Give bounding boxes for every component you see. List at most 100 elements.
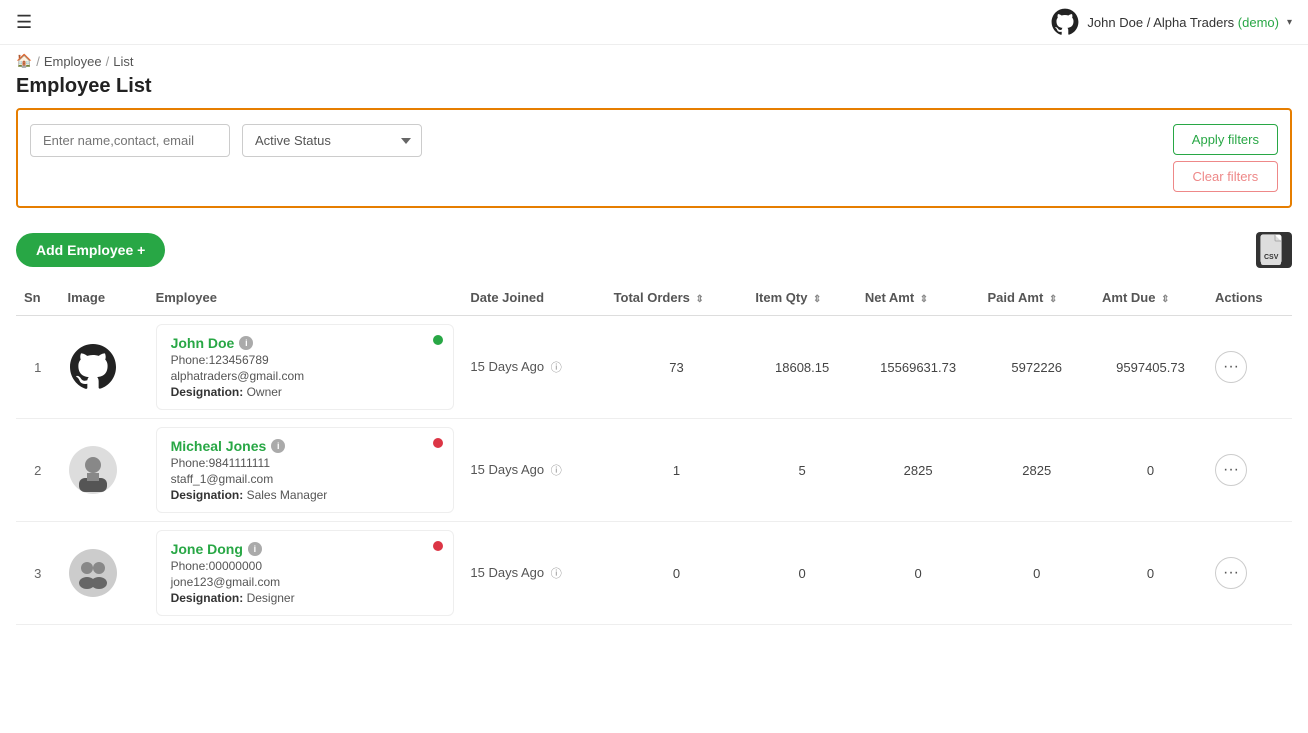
apply-filters-button[interactable]: Apply filters <box>1173 124 1278 155</box>
row-image <box>60 316 148 419</box>
col-net-amt: Net Amt ⇕ <box>857 280 980 316</box>
row-total-orders: 1 <box>606 419 748 522</box>
filter-actions: Apply filters Clear filters <box>1173 124 1278 192</box>
row-net-amt: 0 <box>857 522 980 625</box>
navbar: ☰ John Doe / Alpha Traders (demo) ▾ <box>0 0 1308 45</box>
sort-paid-amt-icon[interactable]: ⇕ <box>1049 294 1057 305</box>
row-date-joined: 15 Days Ago ⓘ <box>462 522 605 625</box>
navbar-left: ☰ <box>16 12 32 33</box>
employee-table: Sn Image Employee Date Joined Total Orde… <box>16 280 1292 625</box>
sort-amt-due-icon[interactable]: ⇕ <box>1161 294 1169 305</box>
page-title: Employee List <box>0 73 1308 108</box>
table-row: 1 John Doe i Phone:123456789 alphatrader… <box>16 316 1292 419</box>
row-date-joined: 15 Days Ago ⓘ <box>462 419 605 522</box>
employee-name: Jone Dong i <box>171 541 440 557</box>
row-actions: ··· <box>1207 419 1292 522</box>
employee-avatar <box>68 445 118 495</box>
employee-email: jone123@gmail.com <box>171 575 440 589</box>
row-amt-due: 0 <box>1094 522 1207 625</box>
row-actions: ··· <box>1207 522 1292 625</box>
employee-phone: Phone:123456789 <box>171 353 440 367</box>
svg-text:CSV: CSV <box>1264 254 1279 261</box>
employee-name: John Doe i <box>171 335 440 351</box>
employee-designation: Designation: Sales Manager <box>171 488 440 502</box>
table-row: 2 Micheal Jones i Phone:9841111111 staff… <box>16 419 1292 522</box>
search-input[interactable] <box>30 124 230 157</box>
chevron-down-icon[interactable]: ▾ <box>1287 17 1292 28</box>
employee-avatar <box>68 342 118 392</box>
clear-filters-button[interactable]: Clear filters <box>1173 161 1278 192</box>
employee-info-icon[interactable]: i <box>239 336 253 350</box>
employee-table-container: Sn Image Employee Date Joined Total Orde… <box>0 280 1308 625</box>
col-actions: Actions <box>1207 280 1292 316</box>
github-icon <box>1051 8 1079 36</box>
breadcrumb-employee[interactable]: Employee <box>44 54 102 69</box>
row-actions-button[interactable]: ··· <box>1215 557 1247 589</box>
csv-file-icon: CSV <box>1260 234 1288 266</box>
employee-card: John Doe i Phone:123456789 alphatraders@… <box>156 324 455 410</box>
row-total-orders: 0 <box>606 522 748 625</box>
row-sn: 1 <box>16 316 60 419</box>
row-amt-due: 9597405.73 <box>1094 316 1207 419</box>
user-name: John Doe <box>1087 15 1143 30</box>
col-paid-amt: Paid Amt ⇕ <box>979 280 1094 316</box>
home-icon[interactable]: 🏠 <box>16 53 32 69</box>
user-org: Alpha Traders <box>1153 15 1234 30</box>
date-info-icon[interactable]: ⓘ <box>551 465 562 477</box>
date-info-icon[interactable]: ⓘ <box>551 568 562 580</box>
row-employee-card: Jone Dong i Phone:00000000 jone123@gmail… <box>148 522 463 625</box>
filter-inputs: Active Status Active Inactive <box>30 124 1161 157</box>
row-amt-due: 0 <box>1094 419 1207 522</box>
row-actions-button[interactable]: ··· <box>1215 351 1247 383</box>
status-dot <box>433 438 443 448</box>
col-item-qty: Item Qty ⇕ <box>747 280 856 316</box>
employee-info-icon[interactable]: i <box>271 439 285 453</box>
row-actions: ··· <box>1207 316 1292 419</box>
csv-export-button[interactable]: CSV <box>1256 232 1292 268</box>
row-employee-card: John Doe i Phone:123456789 alphatraders@… <box>148 316 463 419</box>
status-dot <box>433 541 443 551</box>
row-image <box>60 419 148 522</box>
row-total-orders: 73 <box>606 316 748 419</box>
table-header-row: Sn Image Employee Date Joined Total Orde… <box>16 280 1292 316</box>
employee-phone: Phone:9841111111 <box>171 456 440 470</box>
row-actions-button[interactable]: ··· <box>1215 454 1247 486</box>
status-select[interactable]: Active Status Active Inactive <box>242 124 422 157</box>
col-sn: Sn <box>16 280 60 316</box>
employee-card: Jone Dong i Phone:00000000 jone123@gmail… <box>156 530 455 616</box>
date-info-icon[interactable]: ⓘ <box>551 362 562 374</box>
employee-email: staff_1@gmail.com <box>171 472 440 486</box>
add-employee-button[interactable]: Add Employee + <box>16 233 165 267</box>
row-net-amt: 2825 <box>857 419 980 522</box>
employee-designation: Designation: Owner <box>171 385 440 399</box>
table-row: 3 Jone Dong i Phone:00000000 jone123@gma… <box>16 522 1292 625</box>
user-info: John Doe / Alpha Traders (demo) <box>1087 15 1279 30</box>
row-item-qty: 5 <box>747 419 856 522</box>
hamburger-icon[interactable]: ☰ <box>16 12 32 33</box>
filter-box: Active Status Active Inactive Apply filt… <box>16 108 1292 208</box>
breadcrumb-list: List <box>113 54 133 69</box>
breadcrumb-separator-2: / <box>106 54 110 69</box>
employee-card: Micheal Jones i Phone:9841111111 staff_1… <box>156 427 455 513</box>
employee-info-icon[interactable]: i <box>248 542 262 556</box>
sort-item-qty-icon[interactable]: ⇕ <box>813 294 821 305</box>
row-paid-amt: 2825 <box>979 419 1094 522</box>
employee-designation: Designation: Designer <box>171 591 440 605</box>
navbar-right: John Doe / Alpha Traders (demo) ▾ <box>1051 8 1292 36</box>
row-sn: 2 <box>16 419 60 522</box>
row-date-joined: 15 Days Ago ⓘ <box>462 316 605 419</box>
sort-total-orders-icon[interactable]: ⇕ <box>696 294 704 305</box>
employee-phone: Phone:00000000 <box>171 559 440 573</box>
row-net-amt: 15569631.73 <box>857 316 980 419</box>
row-paid-amt: 5972226 <box>979 316 1094 419</box>
col-amt-due: Amt Due ⇕ <box>1094 280 1207 316</box>
status-dot <box>433 335 443 345</box>
sort-net-amt-icon[interactable]: ⇕ <box>920 294 928 305</box>
col-image: Image <box>60 280 148 316</box>
user-demo: (demo) <box>1238 15 1279 30</box>
employee-email: alphatraders@gmail.com <box>171 369 440 383</box>
toolbar: Add Employee + CSV <box>0 224 1308 280</box>
breadcrumb-separator-1: / <box>36 54 40 69</box>
row-item-qty: 0 <box>747 522 856 625</box>
row-sn: 3 <box>16 522 60 625</box>
